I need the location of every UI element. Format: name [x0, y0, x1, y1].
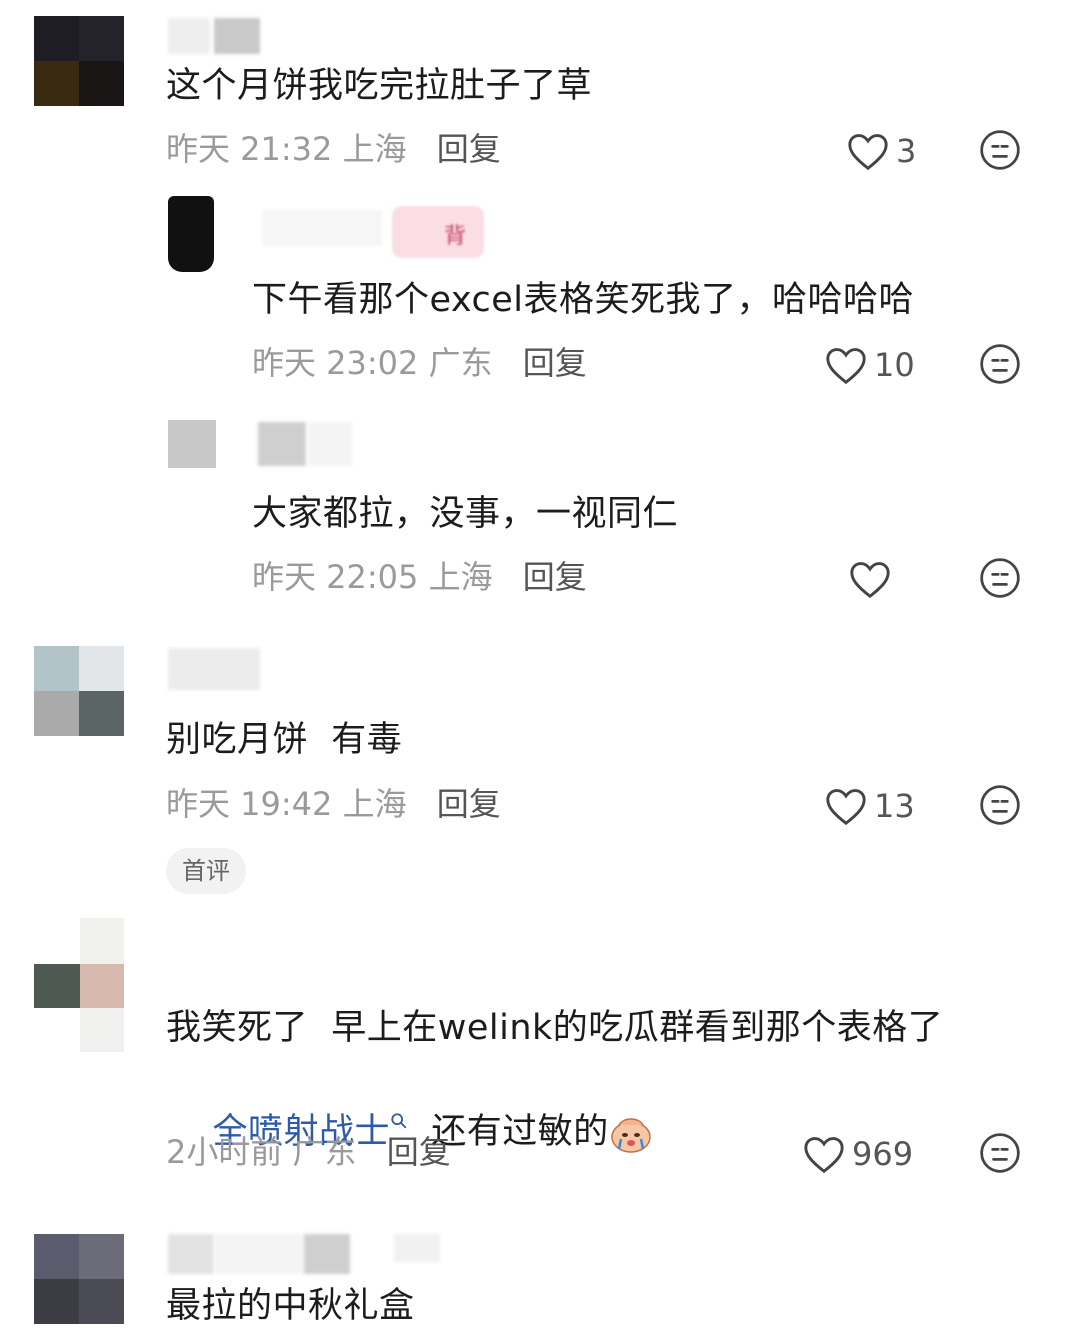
heart-icon [826, 789, 866, 826]
comment-location: 上海 [342, 785, 407, 823]
emoji-face-icon[interactable] [978, 1131, 1022, 1175]
like-count: 13 [874, 787, 915, 825]
comment-location: 广东 [292, 1133, 357, 1171]
username-blurred[interactable] [258, 422, 306, 466]
avatar[interactable] [34, 646, 124, 736]
comment-time: 昨天 19:42 [166, 785, 333, 823]
search-icon[interactable] [390, 1112, 408, 1130]
username-blurred[interactable] [214, 18, 260, 54]
like-button[interactable]: 13 [824, 786, 915, 826]
emoji-face-icon[interactable] [978, 556, 1022, 600]
author-badge: 背 [392, 206, 484, 258]
avatar[interactable] [34, 918, 124, 1052]
emoji-face-icon[interactable] [978, 783, 1022, 827]
username-blurred[interactable] [214, 1234, 304, 1274]
comment-time: 昨天 21:32 [166, 130, 333, 168]
reply-button[interactable]: 回复 [523, 558, 587, 596]
like-button[interactable] [848, 559, 898, 599]
username-blurred[interactable] [308, 422, 352, 466]
username-blurred[interactable] [394, 1234, 440, 1262]
like-button[interactable]: 3 [846, 131, 916, 171]
avatar[interactable] [168, 196, 214, 272]
like-count: 10 [874, 346, 915, 384]
reply-button[interactable]: 回复 [387, 1133, 451, 1171]
like-button[interactable]: 969 [802, 1134, 913, 1174]
username-blurred[interactable] [168, 18, 210, 54]
reply-button[interactable]: 回复 [437, 130, 501, 168]
like-button[interactable]: 10 [824, 345, 915, 385]
emoji-face-icon[interactable] [978, 128, 1022, 172]
heart-icon [826, 348, 866, 385]
comment-location: 广东 [428, 344, 493, 382]
username-blurred[interactable] [304, 1234, 350, 1274]
comment-meta: 昨天 21:32 上海 回复 [166, 129, 501, 169]
comment-time: 2小时前 [166, 1133, 283, 1171]
comment-text: 大家都拉，没事，一视同仁 [252, 494, 679, 534]
crying-sticker-icon [611, 1118, 651, 1153]
comment-text: 下午看那个excel表格笑死我了，哈哈哈哈 [252, 280, 915, 320]
reply-button[interactable]: 回复 [523, 344, 587, 382]
like-count: 969 [852, 1135, 914, 1173]
avatar[interactable] [34, 1234, 124, 1324]
comment-meta: 昨天 23:02 广东 回复 [252, 343, 587, 383]
reply-button[interactable]: 回复 [437, 785, 501, 823]
heart-icon [804, 1137, 844, 1174]
heart-icon [850, 562, 890, 599]
username-blurred[interactable] [168, 1234, 214, 1274]
comment-meta: 昨天 19:42 上海 回复 [166, 784, 501, 824]
comment-time: 昨天 22:05 [252, 558, 419, 596]
avatar[interactable] [168, 420, 216, 468]
username-blurred[interactable] [168, 648, 260, 690]
comment-location: 上海 [342, 130, 407, 168]
username-blurred[interactable] [262, 210, 382, 246]
first-comment-tag: 首评 [166, 848, 246, 894]
like-count: 3 [896, 132, 917, 170]
comment-text: 别吃月饼 有毒 [166, 720, 403, 760]
emoji-face-icon[interactable] [978, 342, 1022, 386]
comment-meta: 2小时前 广东 回复 [166, 1132, 451, 1172]
comment-location: 上海 [428, 558, 493, 596]
comment-meta: 昨天 22:05 上海 回复 [252, 557, 587, 597]
comment-text: 我笑死了 早上在welink的吃瓜群看到那个表格了 [166, 1008, 944, 1048]
avatar[interactable] [34, 16, 124, 106]
comment-time: 昨天 23:02 [252, 344, 419, 382]
comment-text: 这个月饼我吃完拉肚子了草 [166, 66, 593, 106]
heart-icon [848, 134, 888, 171]
comment-text: 最拉的中秋礼盒 [166, 1286, 415, 1326]
